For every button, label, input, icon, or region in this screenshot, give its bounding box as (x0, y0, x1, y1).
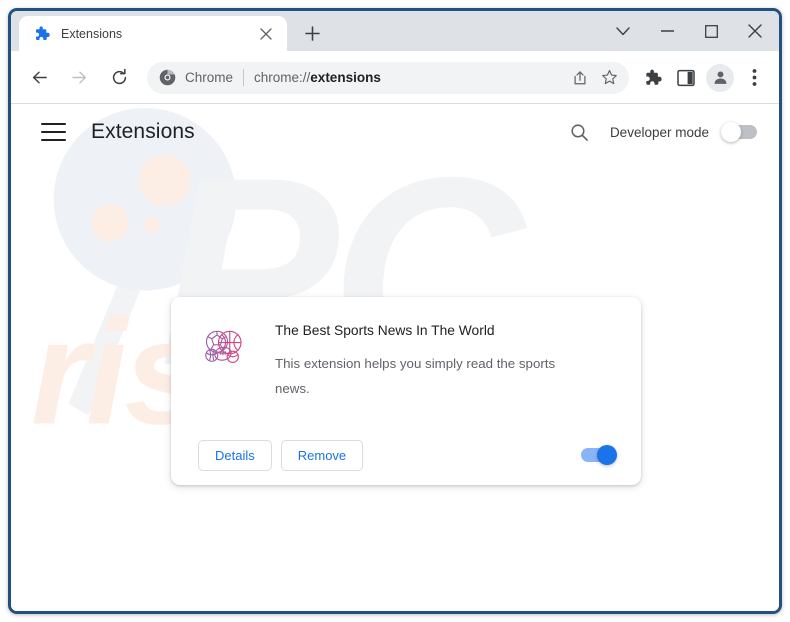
bookmark-button[interactable] (595, 64, 623, 92)
account-avatar-icon (714, 71, 726, 84)
extensions-header: Extensions Developer mode (11, 104, 779, 160)
close-icon (748, 24, 762, 38)
chrome-logo-icon (159, 69, 176, 86)
extension-name: The Best Sports News In The World (275, 323, 495, 338)
toggle-knob (721, 122, 741, 142)
maximize-button[interactable] (689, 15, 733, 47)
star-icon (601, 69, 617, 85)
forward-button[interactable] (63, 62, 95, 94)
tab-strip: Extensions (11, 11, 779, 51)
omnibox-url: chrome://extensions (254, 70, 565, 85)
extensions-page: PC risk.com Extensions Developer m (11, 104, 779, 611)
back-button[interactable] (23, 62, 55, 94)
chrome-menu-button[interactable] (739, 63, 769, 93)
extension-description: This extension helps you simply read the… (275, 356, 556, 396)
hamburger-line (41, 139, 66, 141)
extension-card-body: The Best Sports News In The World This e… (171, 297, 641, 401)
search-extensions-button[interactable] (567, 119, 593, 145)
profile-button[interactable] (706, 63, 734, 92)
sports-balls-icon (205, 330, 242, 363)
details-button[interactable]: Details (198, 439, 272, 471)
tab-title: Extensions (61, 26, 123, 41)
minimize-button[interactable] (645, 15, 689, 47)
tab-search-chevron-button[interactable] (601, 15, 645, 47)
url-prefix: chrome:// (254, 70, 311, 85)
window-controls (601, 11, 777, 51)
close-window-button[interactable] (733, 15, 777, 47)
share-icon (574, 70, 586, 84)
reload-icon (112, 68, 126, 85)
omnibox-site-label: Chrome (185, 70, 234, 85)
toggle-knob (597, 445, 617, 465)
extensions-button[interactable] (637, 63, 667, 93)
extension-enabled-toggle[interactable] (581, 445, 617, 465)
side-panel-icon (677, 69, 695, 86)
maximize-icon (704, 24, 718, 38)
extension-card-footer: Details Remove (171, 425, 641, 485)
hamburger-line (41, 123, 66, 125)
share-button[interactable] (566, 64, 594, 92)
minimize-icon (660, 30, 674, 32)
developer-mode-toggle[interactable] (721, 122, 757, 142)
close-icon (260, 27, 272, 40)
reload-button[interactable] (103, 62, 135, 94)
forward-arrow-icon (71, 71, 86, 84)
browser-tab-extensions[interactable]: Extensions (19, 16, 287, 51)
browser-toolbar: Chrome chrome://extensions (11, 51, 779, 104)
plus-icon (305, 26, 320, 41)
remove-button[interactable]: Remove (280, 439, 364, 471)
close-tab-icon[interactable] (255, 23, 277, 45)
browser-window: Extensions Chrome chrome://extensions PC… (8, 8, 782, 614)
extension-card: The Best Sports News In The World This e… (171, 297, 641, 485)
search-icon (571, 123, 589, 141)
new-tab-button[interactable] (299, 20, 326, 47)
url-strong: extensions (310, 70, 381, 85)
developer-mode-label: Developer mode (609, 124, 709, 140)
puzzle-piece-icon (35, 26, 50, 41)
puzzle-piece-icon (645, 69, 662, 85)
address-bar[interactable]: Chrome chrome://extensions (147, 61, 629, 94)
page-title: Extensions (91, 120, 195, 143)
three-dot-menu-icon (752, 69, 756, 86)
extension-text-block: The Best Sports News In The World This e… (275, 322, 613, 401)
omnibox-separator (243, 69, 245, 86)
chevron-down-icon (616, 26, 630, 35)
hamburger-line (41, 131, 66, 133)
back-arrow-icon (32, 71, 47, 84)
hamburger-menu-icon[interactable] (41, 123, 66, 141)
side-panel-button[interactable] (671, 63, 701, 93)
